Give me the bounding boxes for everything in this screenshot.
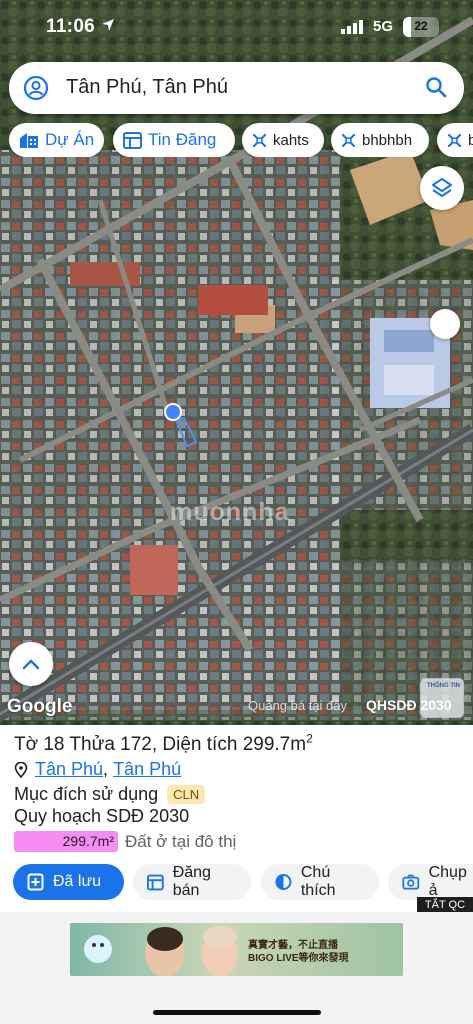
home-indicator[interactable] xyxy=(153,1010,321,1015)
search-bar[interactable]: Tân Phú, Tân Phú xyxy=(9,62,464,114)
action-label: Đã lưu xyxy=(53,873,102,890)
saved-button[interactable]: Đã lưu xyxy=(13,864,124,900)
ward-link[interactable]: Tân Phú xyxy=(35,759,103,780)
planning-label: Quy hoạch SDĐ 2030 xyxy=(14,806,190,826)
purpose-code-badge: CLN xyxy=(167,785,206,804)
close-ad-button[interactable]: TẮT QC xyxy=(417,897,473,913)
profile-icon[interactable] xyxy=(23,75,49,101)
chip-bhbhbh[interactable]: bhbhbh xyxy=(331,123,429,157)
location-row: Tân Phú, Tân Phú xyxy=(14,759,181,780)
chip-kahts[interactable]: kahts xyxy=(242,123,324,157)
purpose-label: Mục đích sử dụng xyxy=(14,784,159,804)
building-icon xyxy=(20,133,38,148)
network-type: 5G xyxy=(373,18,394,35)
tag-icon xyxy=(447,133,462,147)
side-toggle-button[interactable] xyxy=(430,309,460,339)
layers-icon xyxy=(432,178,452,197)
plot-number: Thửa 172, xyxy=(69,734,158,755)
action-label: Chụp ả xyxy=(428,864,467,899)
search-query[interactable]: Tân Phú, Tân Phú xyxy=(66,76,228,99)
sheet-number: Tờ 18 xyxy=(14,734,65,755)
location-separator: , xyxy=(103,759,109,779)
watermark-logo: muonnha xyxy=(170,498,290,526)
ad-text: 真實才藝，不止直播 BIGO LIVE等你來發現 xyxy=(248,939,349,965)
list-icon xyxy=(123,131,142,149)
bookmark-plus-icon xyxy=(27,873,44,891)
layers-button[interactable] xyxy=(420,166,464,210)
chip-label: Tin Đăng xyxy=(148,130,217,149)
thumbnail-text: THÔNG TIN xyxy=(427,683,460,689)
status-time: 11:06 xyxy=(46,16,96,37)
battery-icon: 22 xyxy=(403,17,439,37)
chip-label: b xyxy=(468,131,473,149)
chevron-up-icon xyxy=(22,659,40,670)
chip-label: bhbhbh xyxy=(362,131,413,149)
camera-icon xyxy=(402,874,420,890)
ad-area: 真實才藝，不止直播 BIGO LIVE等你來發現 xyxy=(0,912,473,1024)
area-unit-sup: 2 xyxy=(306,731,313,746)
planning-area: 299.7m² xyxy=(62,833,114,849)
planning-description: Đất ở tại đô thị xyxy=(125,831,237,851)
chip-label: kahts xyxy=(273,131,309,149)
area-label: Diện tích xyxy=(162,734,238,755)
status-bar: 11:06 5G 22 xyxy=(0,0,473,54)
parcel-title: Tờ 18 Thửa 172, Diện tích 299.7m2 xyxy=(14,731,313,756)
search-icon[interactable] xyxy=(424,75,448,99)
ad-banner[interactable]: 真實才藝，不止直播 BIGO LIVE等你來發現 xyxy=(70,923,403,976)
location-arrow-icon xyxy=(102,19,114,31)
chip-b[interactable]: b xyxy=(437,123,473,157)
planning-area-bar: 299.7m² xyxy=(14,831,118,852)
chip-label: Dự Án xyxy=(45,130,95,149)
ad-line-2: BIGO LIVE等你來發現 xyxy=(248,953,349,964)
district-link[interactable]: Tân Phú xyxy=(113,759,181,780)
satellite-map[interactable]: 11:06 5G 22 Tân Phú, Tân Phú Dự Án Tin Đ… xyxy=(0,0,473,725)
purpose-row: Mục đích sử dụng CLN xyxy=(14,784,206,805)
action-bar: Đã lưu Đăng bán Chú thích Chụp ả xyxy=(0,864,473,900)
google-logo: Google xyxy=(7,696,73,717)
legend-button[interactable]: Chú thích xyxy=(261,864,379,900)
ad-caption[interactable]: Quảng bá tại đây xyxy=(248,698,347,713)
contrast-icon xyxy=(275,874,292,890)
tag-icon xyxy=(252,133,267,147)
action-label: Chú thích xyxy=(300,864,336,899)
filter-chips: Dự Án Tin Đăng kahts bhbhbh b xyxy=(9,123,473,157)
area-value: 299.7m xyxy=(242,734,307,755)
chip-tin-dang[interactable]: Tin Đăng xyxy=(113,123,235,157)
ad-banner-image xyxy=(70,923,403,976)
map-pin-icon xyxy=(14,761,28,778)
battery-percent: 22 xyxy=(414,19,428,33)
ad-line-1: 真實才藝，不止直播 xyxy=(248,940,338,951)
capture-button[interactable]: Chụp ả xyxy=(388,864,473,900)
action-label: Đăng bán xyxy=(172,864,211,899)
expand-sheet-button[interactable] xyxy=(9,642,53,686)
chip-du-an[interactable]: Dự Án xyxy=(9,123,104,157)
signal-icon xyxy=(341,20,363,34)
planning-row: 299.7m² Đất ở tại đô thị xyxy=(14,831,236,852)
listing-icon xyxy=(147,874,164,890)
planning-layer-label[interactable]: QHSDĐ 2030 xyxy=(366,697,452,713)
post-sale-button[interactable]: Đăng bán xyxy=(133,864,251,900)
tag-icon xyxy=(341,133,356,147)
